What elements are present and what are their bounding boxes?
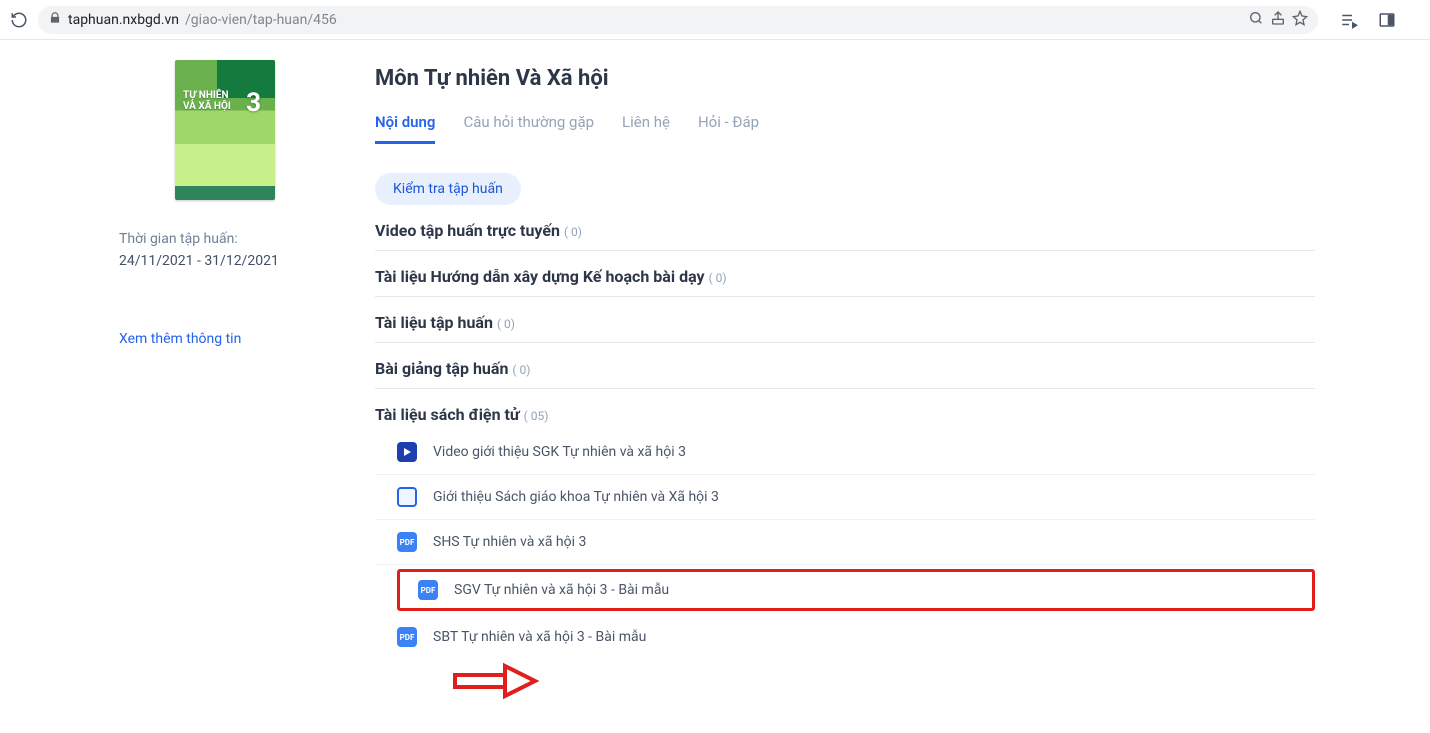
sidebar: TỰ NHIÊNVÀ XÃ HỘI 3 Thời gian tập huấn: …: [115, 60, 375, 709]
training-period-label: Thời gian tập huấn:: [119, 228, 335, 250]
tab-faq[interactable]: Câu hỏi thường gặp: [463, 113, 594, 144]
toolbar-right: [1338, 9, 1398, 31]
pdf-icon: PDF: [397, 532, 417, 552]
section-training-lectures[interactable]: Bài giảng tập huấn( 0): [375, 343, 1315, 389]
section-training-materials[interactable]: Tài liệu tập huấn( 0): [375, 297, 1315, 343]
more-info-link[interactable]: Xem thêm thông tin: [115, 331, 335, 347]
ebook-item-label: SHS Tự nhiên và xã hội 3: [433, 534, 586, 550]
ebook-item[interactable]: PDF SBT Tự nhiên và xã hội 3 - Bài mẫu: [375, 615, 1315, 659]
highlighted-ebook-item[interactable]: PDF SGV Tự nhiên và xã hội 3 - Bài mẫu: [397, 569, 1315, 611]
section-video-training[interactable]: Video tập huấn trực tuyến( 0): [375, 205, 1315, 251]
check-training-button[interactable]: Kiểm tra tập huấn: [375, 173, 521, 205]
reload-icon[interactable]: [8, 9, 30, 31]
tab-lien-he[interactable]: Liên hệ: [622, 113, 670, 144]
url-host: taphuan.nxbgd.vn: [68, 12, 179, 28]
ebook-item[interactable]: PDF SHS Tự nhiên và xã hội 3: [375, 520, 1315, 565]
page-title: Môn Tự nhiên Và Xã hội: [375, 66, 1315, 91]
ebook-item-label: Video giới thiệu SGK Tự nhiên và xã hội …: [433, 444, 686, 460]
url-path: /giao-vien/tap-huan/456: [185, 12, 337, 28]
ebook-item-label: Giới thiệu Sách giáo khoa Tự nhiên và Xã…: [433, 489, 719, 505]
card-icon: [397, 487, 417, 507]
tab-hoi-dap[interactable]: Hỏi - Đáp: [698, 113, 759, 144]
play-icon: [397, 442, 417, 462]
ebook-item-label: SBT Tự nhiên và xã hội 3 - Bài mẫu: [433, 629, 646, 645]
panel-icon[interactable]: [1376, 9, 1398, 31]
ebook-item-label: SGV Tự nhiên và xã hội 3 - Bài mẫu: [454, 582, 669, 598]
training-period-value: 24/11/2021 - 31/12/2021: [119, 250, 335, 272]
star-icon[interactable]: [1292, 10, 1308, 30]
url-bar[interactable]: taphuan.nxbgd.vn/giao-vien/tap-huan/456: [38, 6, 1318, 34]
browser-toolbar: taphuan.nxbgd.vn/giao-vien/tap-huan/456: [0, 0, 1430, 40]
main-content: Môn Tự nhiên Và Xã hội Nội dung Câu hỏi …: [375, 60, 1315, 709]
tabs: Nội dung Câu hỏi thường gặp Liên hệ Hỏi …: [375, 113, 1315, 145]
section-ebooks: Tài liệu sách điện tử( 05) Video giới th…: [375, 389, 1315, 669]
pdf-icon: PDF: [418, 580, 438, 600]
section-lesson-plan[interactable]: Tài liệu Hướng dẫn xây dựng Kế hoạch bài…: [375, 251, 1315, 297]
share-icon[interactable]: [1270, 10, 1286, 30]
playlist-icon[interactable]: [1338, 9, 1360, 31]
tab-noi-dung[interactable]: Nội dung: [375, 113, 435, 144]
search-in-page-icon[interactable]: [1248, 10, 1264, 30]
pdf-icon: PDF: [397, 627, 417, 647]
ebook-item[interactable]: Giới thiệu Sách giáo khoa Tự nhiên và Xã…: [375, 475, 1315, 520]
lock-icon: [48, 11, 62, 29]
book-cover: TỰ NHIÊNVÀ XÃ HỘI 3: [175, 60, 275, 200]
ebook-item[interactable]: Video giới thiệu SGK Tự nhiên và xã hội …: [375, 430, 1315, 475]
